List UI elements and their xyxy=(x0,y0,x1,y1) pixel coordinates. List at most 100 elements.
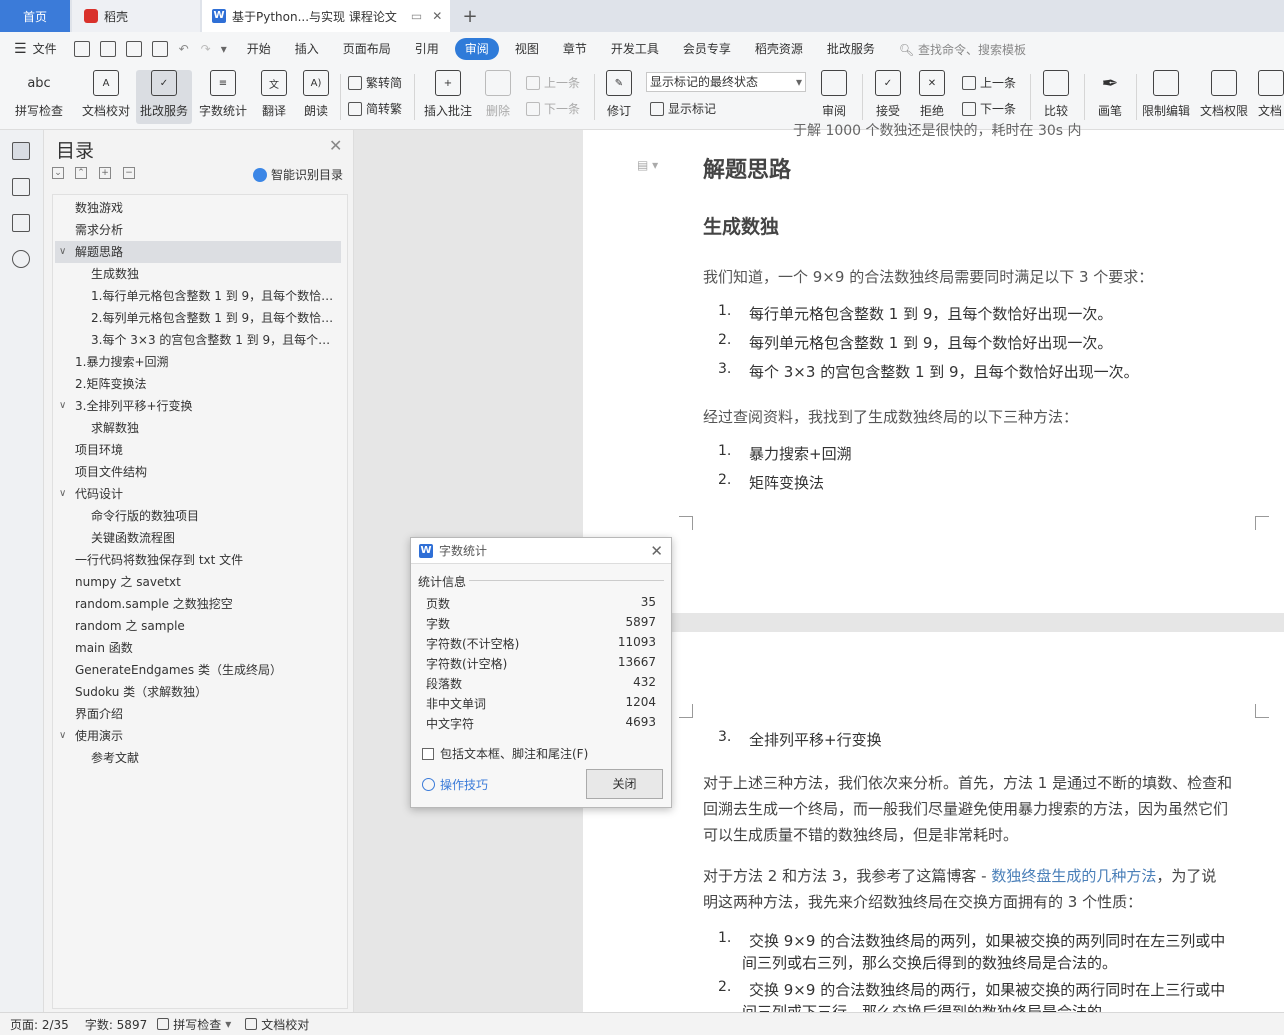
word-count-button[interactable]: ≡ 字数统计 xyxy=(196,70,250,124)
correction-service-button[interactable]: ✓ 批改服务 xyxy=(136,70,192,124)
redo-icon[interactable]: ↷ xyxy=(201,42,211,56)
print-preview-icon[interactable] xyxy=(151,41,168,57)
toc-item[interactable]: 1.暴力搜索+回溯 xyxy=(55,351,341,373)
toc-item[interactable]: 1.每行单元格包含整数 1 到 9，且每个数恰好出现一次。 xyxy=(55,285,341,307)
toc-item[interactable]: ∨ 代码设计 xyxy=(55,483,341,505)
tab-home[interactable]: 首页 xyxy=(0,0,70,32)
menu-item[interactable]: 会员专享 xyxy=(671,38,743,60)
read-aloud-button[interactable]: A) 朗读 xyxy=(298,70,334,124)
print-icon[interactable] xyxy=(125,41,142,57)
toc-item[interactable]: ∨ 3.全排列平移+行变换 xyxy=(55,395,341,417)
toc-item[interactable]: Sudoku 类（求解数独） xyxy=(55,681,341,703)
revise-button[interactable]: ✎ 修订 xyxy=(600,70,638,124)
pen-button[interactable]: ✒ 画笔 xyxy=(1092,70,1128,124)
chevron-down-icon[interactable]: ∨ xyxy=(59,725,66,747)
remove-toc-icon[interactable]: − xyxy=(123,167,135,179)
restrict-edit-button[interactable]: 限制编辑 xyxy=(1140,70,1192,124)
spellcheck-button[interactable]: abc 拼写检查 xyxy=(8,70,70,124)
expand-up-icon[interactable]: ⌃ xyxy=(75,167,87,179)
search-command[interactable]: 🔍︎ 查找命令、搜索模板 xyxy=(899,41,1026,58)
menu-item[interactable]: 开发工具 xyxy=(599,38,671,60)
collapse-all-icon[interactable]: ⌄ xyxy=(52,167,64,179)
menu-item[interactable]: 页面布局 xyxy=(331,38,403,60)
toc-item[interactable]: 一行代码将数独保存到 txt 文件 xyxy=(55,549,341,571)
toc-panel-icon[interactable] xyxy=(12,142,30,160)
chapter-panel-icon[interactable] xyxy=(12,178,30,196)
doc-proof-button[interactable]: A 文档校对 xyxy=(78,70,134,124)
menu-item[interactable]: 审阅 xyxy=(454,38,499,60)
toc-item[interactable]: 项目文件结构 xyxy=(55,461,341,483)
paragraph-options-icon[interactable]: ▤ ▾ xyxy=(637,158,658,172)
toc-item[interactable]: 3.每个 3×3 的宫包含整数 1 到 9，且每个数恰好出现一次。 xyxy=(55,329,341,351)
spellcheck-status[interactable]: 拼写检查 ▾ xyxy=(157,1016,231,1033)
undo-icon[interactable]: ↶ xyxy=(179,42,189,56)
toc-item[interactable]: 命令行版的数独项目 xyxy=(55,505,341,527)
toc-item[interactable]: 项目环境 xyxy=(55,439,341,461)
quick-access-dropdown-icon[interactable]: ▾ xyxy=(221,42,227,56)
toc-item[interactable]: GenerateEndgames 类（生成终局） xyxy=(55,659,341,681)
close-icon[interactable]: ✕ xyxy=(329,136,342,155)
close-icon[interactable]: ✕ xyxy=(650,542,663,560)
doc-more-button[interactable]: 文档 xyxy=(1258,70,1284,124)
bookmark-icon[interactable] xyxy=(12,214,30,232)
mark-state-select[interactable]: 显示标记的最终状态 ▾ xyxy=(646,72,806,92)
show-marks-button[interactable]: 显示标记 xyxy=(650,100,716,117)
menu-item[interactable]: 引用 xyxy=(403,38,451,60)
menu-item[interactable]: 稻壳资源 xyxy=(743,38,815,60)
toc-item[interactable]: random 之 sample xyxy=(55,615,341,637)
toc-item[interactable]: 2.每列单元格包含整数 1 到 9，且每个数恰好出现一次。 xyxy=(55,307,341,329)
insert-comment-button[interactable]: + 插入批注 xyxy=(420,70,476,124)
toc-item[interactable]: 2.矩阵变换法 xyxy=(55,373,341,395)
chevron-down-icon[interactable]: ∨ xyxy=(59,395,66,417)
reject-button[interactable]: ✕ 拒绝 xyxy=(914,70,950,124)
toc-item[interactable]: 生成数独 xyxy=(55,263,341,285)
checkbox-box[interactable] xyxy=(422,747,434,760)
save-icon[interactable] xyxy=(73,41,90,57)
include-textbox-checkbox[interactable]: 包括文本框、脚注和尾注(F) xyxy=(422,745,588,762)
doc-permission-button[interactable]: 文档权限 xyxy=(1198,70,1250,124)
prev-comment-button[interactable]: 上一条 xyxy=(526,74,580,91)
prev-change-button[interactable]: 上一条 xyxy=(962,74,1016,91)
menu-item[interactable]: 视图 xyxy=(503,38,551,60)
page-indicator[interactable]: 页面: 2/35 xyxy=(10,1016,69,1033)
menu-item[interactable]: 批改服务 xyxy=(815,38,887,60)
toc-item[interactable]: 界面介绍 xyxy=(55,703,341,725)
toc-item[interactable]: 求解数独 xyxy=(55,417,341,439)
tab-close-icon[interactable]: ✕ xyxy=(432,9,442,23)
menu-item[interactable]: 插入 xyxy=(283,38,331,60)
toc-item[interactable]: main 函数 xyxy=(55,637,341,659)
tab-float-icon[interactable]: ▭ xyxy=(411,9,422,23)
doc-proof-status[interactable]: 文档校对 xyxy=(245,1016,309,1033)
export-pdf-icon[interactable] xyxy=(99,41,116,57)
blog-link[interactable]: 数独终盘生成的几种方法 xyxy=(991,867,1156,885)
next-change-button[interactable]: 下一条 xyxy=(962,100,1016,117)
new-tab-icon[interactable]: + xyxy=(458,0,482,32)
compare-button[interactable]: 比较 xyxy=(1038,70,1074,124)
add-toc-icon[interactable]: + xyxy=(99,167,111,179)
tab-daoke[interactable]: 稻壳 xyxy=(72,0,200,32)
hamburger-icon[interactable]: ☰ xyxy=(14,41,27,57)
review-pane-button[interactable]: 审阅 xyxy=(816,70,852,124)
next-comment-button[interactable]: 下一条 xyxy=(526,100,580,117)
chevron-down-icon[interactable]: ∨ xyxy=(59,241,66,263)
to-simplified-button[interactable]: 简转繁 xyxy=(348,100,402,117)
ai-toc-button[interactable]: 智能识别目录 xyxy=(252,166,343,183)
close-button[interactable]: 关闭 xyxy=(586,769,663,799)
toc-item[interactable]: 参考文献 xyxy=(55,747,341,769)
menu-file[interactable]: 文件 xyxy=(27,38,69,60)
search-icon[interactable] xyxy=(12,250,30,268)
menu-item[interactable]: 章节 xyxy=(551,38,599,60)
tab-document[interactable]: W 基于Python...与实现 课程论文 ▭ ✕ xyxy=(202,0,450,32)
menu-item[interactable]: 开始 xyxy=(235,38,283,60)
delete-comment-button[interactable]: 删除 xyxy=(480,70,516,124)
toc-item[interactable]: 需求分析 xyxy=(55,219,341,241)
toc-item[interactable]: ∨ 解题思路 xyxy=(55,241,341,263)
word-count-indicator[interactable]: 字数: 5897 xyxy=(85,1016,147,1033)
translate-button[interactable]: 文翻译 xyxy=(254,70,294,124)
toc-item[interactable]: 数独游戏 xyxy=(55,197,341,219)
dialog-titlebar[interactable]: W 字数统计 xyxy=(411,538,671,564)
to-traditional-button[interactable]: 繁转简 xyxy=(348,74,402,91)
tips-link[interactable]: 操作技巧 xyxy=(422,776,488,793)
toc-item[interactable]: random.sample 之数独挖空 xyxy=(55,593,341,615)
accept-button[interactable]: ✓ 接受 xyxy=(870,70,906,124)
